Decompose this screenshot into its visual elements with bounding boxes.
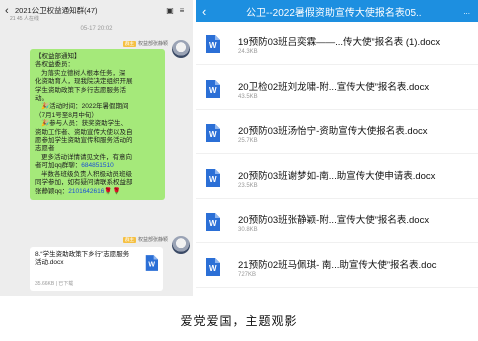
avatar[interactable] bbox=[172, 40, 190, 58]
msg-line: 学生资助政策下乡行志愿服务活 bbox=[35, 86, 126, 94]
photo-caption: 爱党爱国，主题观影 bbox=[180, 314, 298, 328]
calendar-icon[interactable]: ▣ bbox=[164, 6, 176, 15]
file-row[interactable]: W 20预防03班谢梦如-南...助宣传大使申请表.docx 23.5KB bbox=[196, 159, 478, 199]
file-row[interactable]: W 21预防02班马佩琪- 南...助宣传大使”报名表.doc 727KB bbox=[196, 248, 478, 288]
word-file-icon: W bbox=[145, 255, 158, 271]
qq-group-link[interactable]: 684851510 bbox=[81, 162, 114, 169]
msg-line: 同学参加，如有疑问请联系权益部 bbox=[35, 179, 133, 187]
word-file-icon: W bbox=[206, 124, 220, 142]
msg-line: 资助工作者、资助宣传大使以及自 bbox=[35, 128, 133, 136]
msg-line: 各权益委员： bbox=[35, 61, 74, 69]
file-name: 20预防03班谢梦如-南...助宣传大使申请表.docx bbox=[238, 170, 436, 182]
msg-line: 张静颖qq：2101642616🌹🌹 bbox=[35, 187, 121, 195]
msg-line: 化资助育人，现我院决定组织开展 bbox=[35, 78, 133, 86]
menu-icon[interactable]: ≡ bbox=[176, 6, 188, 15]
owner-tag: 群主 bbox=[122, 236, 136, 243]
svg-text:W: W bbox=[209, 175, 217, 184]
svg-text:W: W bbox=[209, 264, 217, 273]
notice-message-bubble[interactable]: 【权益部通知】 各权益委员： 为落实立德树人根本任务，深 化资助育人，现我院决定… bbox=[30, 49, 165, 200]
folder-title: 公卫--2022暑假资助宣传大使报名表05.. bbox=[246, 7, 422, 19]
msg-line: 🎉活动时间：2022年暑假期间 bbox=[41, 103, 129, 111]
word-file-icon: W bbox=[206, 79, 220, 98]
file-name: 8.“学生资助政策下乡行”志愿服务活动.docx bbox=[35, 251, 130, 266]
file-name: 21预防02班马佩琪- 南...助宣传大使”报名表.doc bbox=[238, 259, 437, 271]
back-arrow-icon[interactable]: ‹ bbox=[202, 4, 216, 19]
word-file-icon: W bbox=[206, 35, 220, 53]
file-list-header: ‹ 公卫--2022暑假资助宣传大使报名表05.. ... bbox=[196, 0, 478, 22]
sender-name: 权益部张静颖 bbox=[137, 237, 168, 243]
file-size: 30.8KB bbox=[238, 227, 258, 233]
owner-tag: 群主 bbox=[122, 40, 136, 47]
msg-line: 者可加qq群聊：684851510 bbox=[35, 162, 114, 170]
file-size: 23.5KB bbox=[238, 182, 258, 189]
msg-line: 半数各班级负责人积极动员班级 bbox=[41, 170, 132, 178]
sender-label: 群主 权益部张静颖 bbox=[122, 236, 168, 243]
file-row[interactable]: W 20预防03班张静颖-附...宣传大使”报名表.docx 30.8KB bbox=[196, 203, 478, 243]
sender-name: 权益部张静颖 bbox=[137, 41, 168, 47]
svg-text:W: W bbox=[209, 86, 217, 95]
msg-line: （7月1号至8月中旬） bbox=[35, 111, 98, 119]
sender-label: 群主 权益部张静颖 bbox=[122, 40, 168, 47]
word-file-icon: W bbox=[206, 213, 220, 231]
file-row[interactable]: W 19预防03班吕奕霖——...传大使”报名表 (1).docx 24.3KB bbox=[196, 25, 478, 65]
svg-text:W: W bbox=[148, 262, 155, 269]
file-name: 19预防03班吕奕霖——...传大使”报名表 (1).docx bbox=[238, 37, 441, 48]
word-file-icon: W bbox=[206, 257, 220, 276]
svg-text:W: W bbox=[209, 41, 217, 50]
file-list-screen: ‹ 公卫--2022暑假资助宣传大使报名表05.. ... W 19预防03班吕奕… bbox=[196, 0, 478, 296]
word-file-icon: W bbox=[206, 168, 220, 187]
file-row[interactable]: W 20预防03班汤怡宁-资助宣传大使报名表.docx 25.7KB bbox=[196, 114, 478, 154]
svg-text:W: W bbox=[209, 219, 217, 228]
chat-screen: ‹ 2021公卫权益通知群(47) ▣ ≡ 21 45 人在线 05-17 20… bbox=[0, 0, 193, 296]
file-name: 20预防03班张静颖-附...宣传大使”报名表.docx bbox=[238, 215, 430, 226]
avatar[interactable] bbox=[172, 236, 190, 254]
qq-contact-link[interactable]: 2101642616 bbox=[68, 188, 104, 195]
msg-line: 🎉参与人员：获奖资助学生、 bbox=[41, 120, 128, 128]
online-count: 21 45 人在线 bbox=[10, 16, 39, 22]
file-size: 24.3KB bbox=[238, 49, 258, 55]
file-name: 20卫检02班刘龙啸-附...宣传大使”报名表.docx bbox=[238, 81, 430, 93]
file-message-card[interactable]: 8.“学生资助政策下乡行”志愿服务活动.docx 35.66KB | 已下载 W bbox=[30, 247, 163, 291]
msg-line: 为落实立德树人根本任务，深 bbox=[41, 69, 126, 77]
msg-line: 志愿者 bbox=[35, 145, 55, 153]
svg-text:W: W bbox=[209, 130, 217, 139]
file-row[interactable]: W 20卫检02班刘龙啸-附...宣传大使”报名表.docx 43.5KB bbox=[196, 70, 478, 110]
more-options-icon[interactable]: ... bbox=[463, 7, 470, 16]
message-timestamp: 05-17 20:02 bbox=[80, 26, 113, 32]
file-meta: 35.66KB | 已下载 bbox=[35, 281, 74, 287]
file-size: 25.7KB bbox=[238, 138, 258, 144]
file-size: 43.5KB bbox=[238, 93, 258, 100]
file-name: 20预防03班汤怡宁-资助宣传大使报名表.docx bbox=[238, 126, 428, 137]
file-size: 727KB bbox=[238, 271, 257, 278]
